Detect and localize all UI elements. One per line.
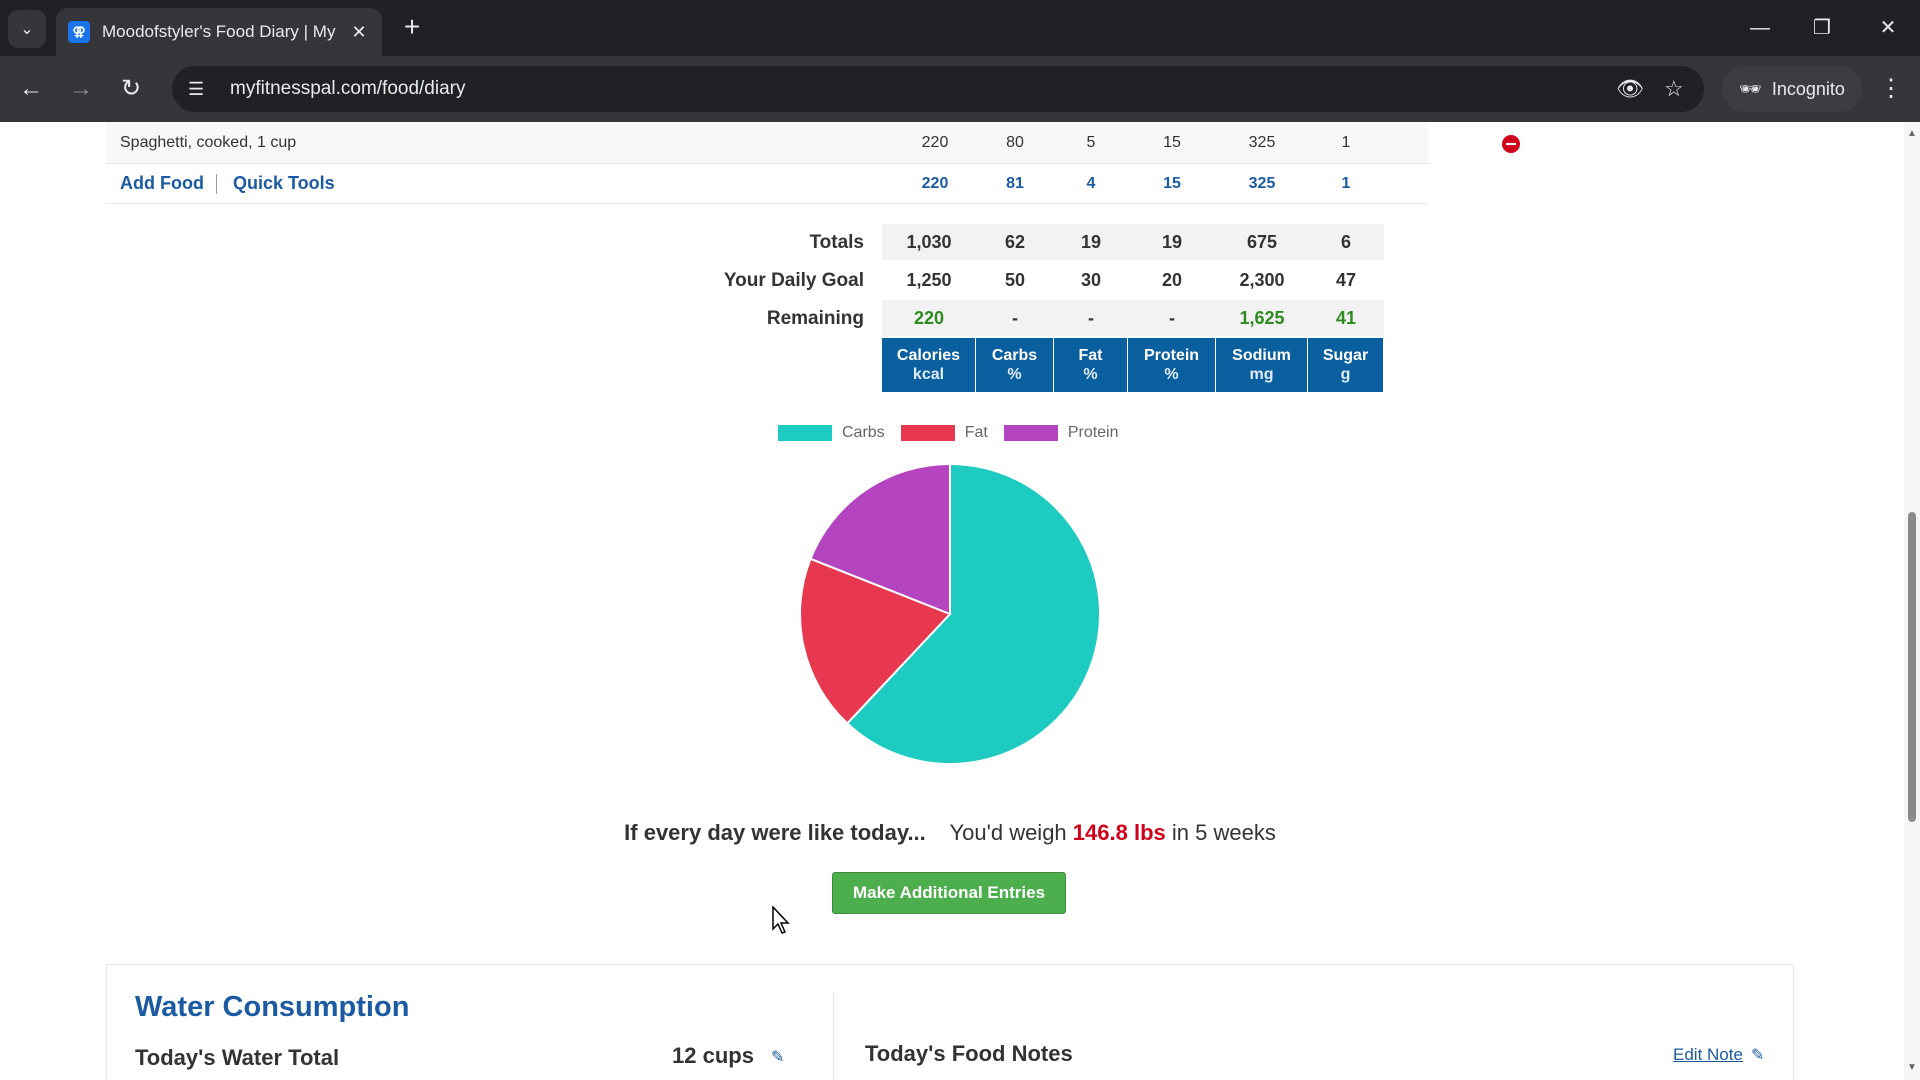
- forward-arrow-icon[interactable]: →: [64, 72, 98, 106]
- tab-title: Moodofstyler's Food Diary | My: [102, 22, 336, 41]
- food-fat: 5: [1086, 134, 1096, 151]
- browser-tab-bar: ⌄ ⚢ Moodofstyler's Food Diary | My ✕ + —…: [0, 0, 1920, 56]
- reload-icon[interactable]: ↻: [114, 72, 148, 106]
- weight-projection: If every day were like today... You'd we…: [0, 820, 1900, 846]
- remaining-calories: 220: [882, 300, 976, 336]
- quick-tools-link[interactable]: Quick Tools: [233, 173, 335, 194]
- goal-sodium: 2,300: [1216, 262, 1308, 298]
- tab-search-button[interactable]: ⌄: [8, 10, 46, 48]
- projection-suffix: in 5 weeks: [1171, 820, 1276, 845]
- legend-swatch-fat: [900, 425, 955, 441]
- browser-tab-active[interactable]: ⚢ Moodofstyler's Food Diary | My ✕: [56, 8, 382, 56]
- food-calories: 220: [921, 134, 949, 151]
- goal-sugar: 47: [1308, 262, 1384, 298]
- incognito-icon: 🕶: [1739, 78, 1762, 99]
- total-fat: 19: [1054, 224, 1128, 260]
- total-protein: 19: [1128, 224, 1216, 260]
- remaining-carbs: -: [976, 300, 1054, 336]
- food-entry-row: Spaghetti, cooked, 1 cup 220 80 5 15 325…: [106, 122, 1520, 164]
- projection-weight: 146.8 lbs: [1072, 820, 1166, 845]
- meal-total-protein: 15: [1163, 175, 1181, 192]
- projection-lead: If every day were like today...: [624, 820, 926, 845]
- header-fat: Fat%: [1054, 338, 1128, 392]
- restore-icon[interactable]: ❐: [1802, 12, 1842, 44]
- site-settings-icon[interactable]: ☰: [188, 79, 212, 100]
- meal-total-calories: 220: [921, 175, 949, 192]
- food-notes-title: Today's Food Notes: [865, 1041, 1073, 1066]
- header-sugar: Sugar g: [1308, 338, 1384, 392]
- total-sugar: 6: [1308, 224, 1384, 260]
- water-total-label: Today's Water Total: [135, 1045, 340, 1070]
- edit-note-link[interactable]: Edit Note: [1673, 1045, 1743, 1065]
- scroll-up-icon[interactable]: ▲: [1906, 128, 1918, 140]
- scrollbar-thumb[interactable]: [1908, 512, 1916, 822]
- remaining-label: Remaining: [766, 308, 864, 329]
- daily-goal-label: Your Daily Goal: [723, 270, 864, 291]
- new-tab-button[interactable]: +: [396, 12, 428, 44]
- page-scrollbar[interactable]: ▲ ▼: [1904, 122, 1920, 1080]
- bookmark-star-icon[interactable]: ☆: [1664, 66, 1684, 112]
- water-total-value: 12 cups: [672, 1043, 754, 1068]
- projection-prefix: You'd weigh: [949, 820, 1067, 845]
- edit-water-pencil-icon[interactable]: ✎: [771, 1047, 784, 1067]
- meal-total-fat: 4: [1086, 175, 1096, 192]
- goal-protein: 20: [1128, 262, 1216, 298]
- minimize-icon[interactable]: —: [1740, 12, 1780, 44]
- remaining-fat: -: [1054, 300, 1128, 336]
- remaining-protein: -: [1128, 300, 1216, 336]
- meal-total-carbs: 81: [1006, 175, 1024, 192]
- chart-legend: Carbs Fat Protein: [778, 424, 1135, 442]
- total-carbs: 62: [976, 224, 1054, 260]
- totals-label: Totals: [809, 232, 864, 253]
- meal-actions-row: Add Food Quick Tools 220 81 4 15 325 1: [106, 164, 1428, 204]
- food-entry-name[interactable]: Spaghetti, cooked, 1 cup: [120, 134, 296, 152]
- water-consumption-title: Water Consumption: [135, 991, 410, 1023]
- add-food-link[interactable]: Add Food: [120, 173, 204, 194]
- incognito-label: Incognito: [1771, 78, 1845, 99]
- window-close-icon[interactable]: ✕: [1868, 12, 1908, 44]
- address-bar[interactable]: ☰ myfitnesspal.com/food/diary 👁 ☆: [172, 66, 1704, 112]
- menu-kebab-icon[interactable]: ⋮: [1874, 72, 1908, 106]
- meal-total-sugar: 1: [1341, 175, 1351, 192]
- water-and-notes-panel: Water Consumption Today's Water Total 12…: [106, 964, 1794, 1080]
- goal-carbs: 50: [976, 262, 1054, 298]
- total-calories: 1,030: [882, 224, 976, 260]
- food-protein: 15: [1163, 134, 1181, 151]
- legend-swatch-protein: [1003, 425, 1058, 441]
- eye-off-icon[interactable]: 👁: [1616, 66, 1644, 112]
- link-separator: [216, 174, 217, 194]
- food-carbs: 80: [1006, 134, 1024, 151]
- back-arrow-icon[interactable]: ←: [14, 72, 48, 106]
- food-sugar: 1: [1341, 134, 1351, 151]
- header-calories: Calories kcal: [882, 338, 976, 392]
- mouse-cursor-icon: [772, 906, 790, 934]
- url-text: myfitnesspal.com/food/diary: [230, 78, 466, 99]
- total-sodium: 675: [1216, 224, 1308, 260]
- header-carbs: Carbs%: [976, 338, 1054, 392]
- myfitnesspal-favicon-icon: ⚢: [68, 21, 90, 43]
- panel-divider: [833, 993, 834, 1080]
- legend-label-carbs: Carbs: [842, 424, 885, 441]
- header-sodium: Sodium mg: [1216, 338, 1308, 392]
- legend-label-protein: Protein: [1067, 424, 1119, 441]
- remaining-sugar: 41: [1308, 300, 1384, 336]
- browser-toolbar: ← → ↻ ☰ myfitnesspal.com/food/diary 👁 ☆ …: [0, 56, 1920, 122]
- goal-calories: 1,250: [882, 262, 976, 298]
- meal-total-sodium: 325: [1248, 175, 1276, 192]
- macro-pie-chart: [799, 462, 1101, 765]
- scroll-down-icon[interactable]: ▼: [1906, 1062, 1918, 1074]
- legend-label-fat: Fat: [964, 424, 988, 441]
- goal-fat: 30: [1054, 262, 1128, 298]
- remove-food-icon[interactable]: [1502, 135, 1520, 153]
- page-content: Spaghetti, cooked, 1 cup 220 80 5 15 325…: [0, 122, 1904, 1080]
- make-additional-entries-button[interactable]: Make Additional Entries: [832, 872, 1066, 914]
- edit-note-pencil-icon[interactable]: ✎: [1751, 1045, 1764, 1065]
- header-protein: Protein%: [1128, 338, 1216, 392]
- legend-swatch-carbs: [778, 425, 832, 441]
- food-sodium: 325: [1248, 134, 1276, 151]
- incognito-badge[interactable]: 🕶 Incognito: [1722, 66, 1862, 112]
- chevron-down-icon: ⌄: [20, 21, 34, 38]
- remaining-sodium: 1,625: [1216, 300, 1308, 336]
- tab-close-icon[interactable]: ✕: [348, 22, 370, 43]
